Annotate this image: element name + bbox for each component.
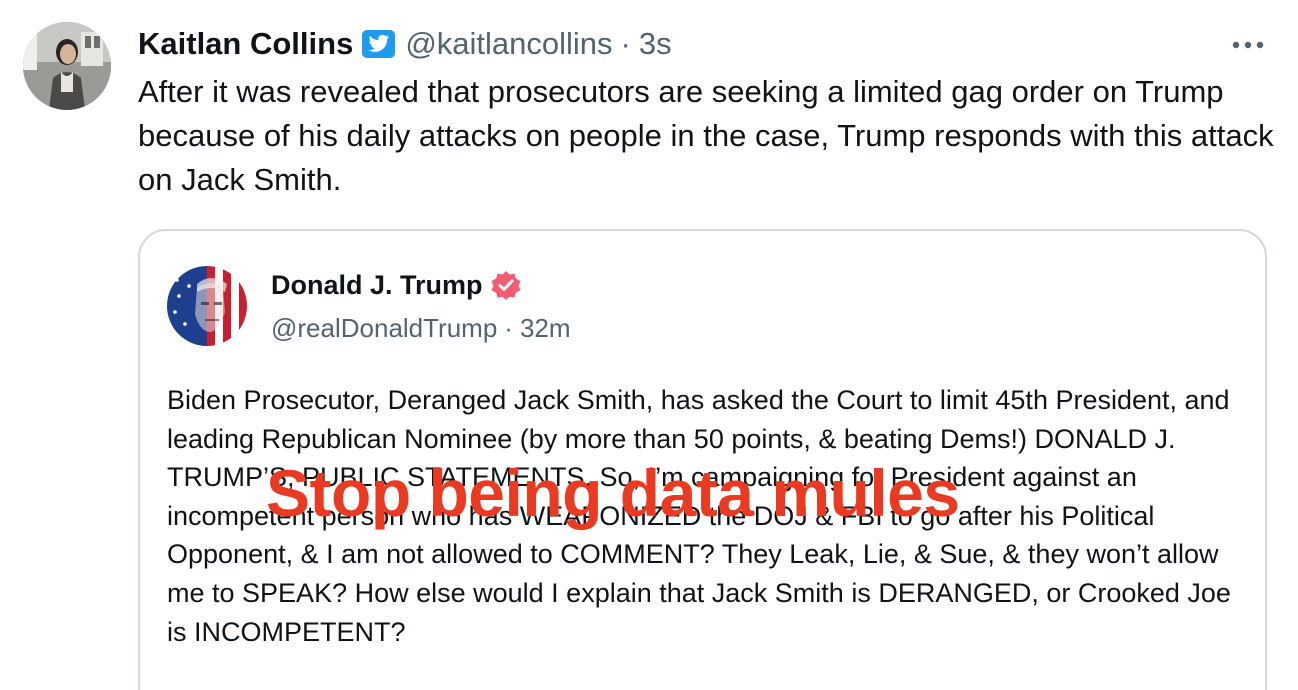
quoted-author-handle[interactable]: @realDonaldTrump xyxy=(271,313,497,343)
author-name[interactable]: Kaitlan Collins xyxy=(138,26,353,62)
quoted-timestamp[interactable]: 32m xyxy=(520,313,571,343)
quoted-author-avatar[interactable] xyxy=(167,266,247,346)
more-options-icon[interactable] xyxy=(1228,30,1268,60)
quoted-post[interactable]: Donald J. Trump @realDonaldTrump · 32m Bid… xyxy=(138,229,1267,690)
quoted-header: Donald J. Trump xyxy=(271,267,522,303)
separator-dot: · xyxy=(504,313,513,343)
twitter-bird-verified-icon xyxy=(362,30,396,58)
author-avatar[interactable] xyxy=(23,22,111,110)
verified-badge-icon xyxy=(490,269,522,301)
author-handle[interactable]: @kaitlancollins xyxy=(405,26,612,62)
tweet-header: Kaitlan Collins @kaitlancollins · 3s xyxy=(138,22,672,66)
quoted-meta: @realDonaldTrump · 32m xyxy=(271,313,571,344)
tweet-text: After it was revealed that prosecutors a… xyxy=(138,74,1274,197)
quoted-post-text: Biden Prosecutor, Deranged Jack Smith, h… xyxy=(167,385,1231,647)
quoted-author-name[interactable]: Donald J. Trump xyxy=(271,270,483,301)
tweet-timestamp[interactable]: 3s xyxy=(639,26,672,62)
separator-dot: · xyxy=(620,26,631,61)
tweet: Kaitlan Collins @kaitlancollins · 3s Aft… xyxy=(0,0,1298,690)
